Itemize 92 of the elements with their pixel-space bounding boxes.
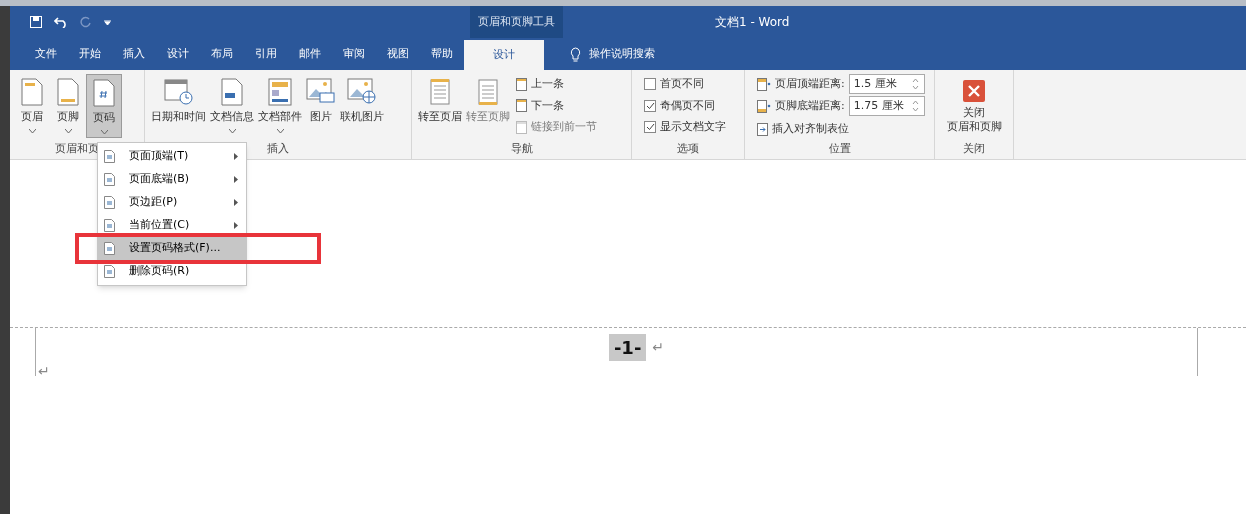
group-label: 导航: [510, 140, 533, 157]
ribbon-button[interactable]: 转至页眉: [416, 74, 464, 126]
value-input[interactable]: 1.75 厘米: [853, 97, 912, 115]
ribbon-tab[interactable]: 开始: [68, 38, 112, 70]
tell-me-field[interactable]: 操作说明搜索: [589, 45, 719, 63]
page-icon: [104, 173, 115, 186]
picture-globe-icon: [347, 78, 377, 106]
contextual-tab-title: 页眉和页脚工具: [470, 6, 563, 38]
group-label: 选项: [677, 140, 699, 157]
option-checkbox[interactable]: 首页不同: [644, 76, 726, 93]
caret-icon: [28, 128, 36, 133]
submenu-arrow-icon: [234, 222, 238, 229]
ribbon-tab[interactable]: 邮件: [288, 38, 332, 70]
submenu-arrow-icon: [234, 176, 238, 183]
document-icon: [477, 78, 499, 106]
document-icon: [21, 78, 43, 106]
document-icon: [516, 120, 527, 134]
ribbon-button[interactable]: 下一条: [516, 97, 597, 114]
page-icon: [104, 265, 115, 278]
customize-caret-icon[interactable]: [104, 19, 111, 25]
field-label: 页眉顶端距离:: [775, 75, 845, 92]
group-label: 插入: [267, 140, 289, 157]
caret-icon: [276, 128, 284, 133]
ribbon-tab[interactable]: 插入: [112, 38, 156, 70]
page-icon: [104, 242, 115, 255]
ribbon-button[interactable]: 文档信息: [208, 74, 256, 133]
menu-item[interactable]: 页边距(P): [98, 191, 246, 214]
ribbon-button[interactable]: 页眉: [14, 74, 50, 138]
checkbox[interactable]: [644, 78, 656, 91]
page-icon: [104, 196, 115, 209]
caret-icon: [64, 128, 72, 133]
checkbox[interactable]: [644, 121, 656, 134]
page-icon: [104, 219, 115, 232]
group-label: 关闭: [963, 140, 985, 157]
page-number-field: -1-: [608, 334, 647, 361]
insert-tab-icon: [757, 122, 768, 136]
page-margin-icon: [757, 99, 771, 113]
ribbon-tab[interactable]: 引用: [244, 38, 288, 70]
checkbox[interactable]: [644, 99, 656, 112]
calendar-clock-icon: [163, 78, 194, 106]
ribbon-tab[interactable]: 文件: [24, 38, 68, 70]
field-label: 页脚底端距离:: [775, 97, 845, 114]
ribbon-button[interactable]: 上一条: [516, 76, 597, 93]
page-icon: [104, 150, 115, 163]
ribbon-tab[interactable]: 视图: [376, 38, 420, 70]
ribbon-tab[interactable]: 审阅: [332, 38, 376, 70]
group-label: 位置: [828, 140, 851, 157]
document-icon: [57, 78, 79, 106]
option-checkbox[interactable]: 奇偶页不同: [644, 97, 726, 114]
document-icon: [221, 78, 243, 106]
ribbon-tab[interactable]: 设计: [156, 38, 200, 70]
undo-icon[interactable]: [54, 16, 68, 28]
spinner-arrows-icon[interactable]: [911, 78, 919, 90]
save-icon[interactable]: [30, 16, 42, 28]
document-parts-icon: [268, 78, 292, 106]
spin-field[interactable]: 1.5 厘米: [848, 74, 925, 94]
menu-item[interactable]: 页面顶端(T): [98, 145, 246, 168]
ribbon-tab[interactable]: 帮助: [420, 38, 464, 70]
ribbon-button[interactable]: 页码: [86, 74, 122, 138]
document-icon: [429, 78, 451, 106]
submenu-arrow-icon: [234, 199, 238, 206]
ribbon-button[interactable]: 日期和时间: [149, 74, 208, 126]
menu-item[interactable]: 当前位置(C): [98, 214, 246, 237]
ribbon-button[interactable]: 页脚: [50, 74, 86, 138]
menu-item[interactable]: 设置页码格式(F)...: [98, 237, 246, 260]
document-icon: [516, 77, 527, 91]
close-icon: [963, 80, 985, 102]
spin-field[interactable]: 1.75 厘米: [848, 96, 925, 116]
group-label: 页眉和页: [55, 140, 99, 157]
ribbon-tab[interactable]: 布局: [200, 38, 244, 70]
picture-monitor-icon: [306, 78, 336, 106]
submenu-arrow-icon: [234, 153, 238, 160]
ribbon-button[interactable]: 插入对齐制表位: [757, 121, 925, 138]
ribbon-button[interactable]: 文档部件: [256, 74, 304, 133]
menu-item[interactable]: 页面底端(B): [98, 168, 246, 191]
document-icon: [516, 99, 527, 113]
close-header-footer-button[interactable]: 关闭 页眉和页脚: [939, 74, 1009, 134]
menu-item[interactable]: 删除页码(R): [98, 260, 246, 283]
spinner-arrows-icon[interactable]: [911, 100, 919, 112]
ribbon-button[interactable]: 联机图片: [338, 74, 386, 126]
caret-icon: [100, 129, 108, 134]
caret-icon: [228, 128, 236, 133]
window-title: 文档1 - Word: [715, 14, 790, 31]
paragraph-mark: ↵: [652, 338, 665, 357]
ribbon-button[interactable]: 图片: [304, 74, 338, 126]
document-icon: [93, 79, 115, 107]
page-margin-icon: [757, 77, 771, 91]
lightbulb-icon: [570, 46, 581, 62]
value-input[interactable]: 1.5 厘米: [853, 75, 912, 93]
paragraph-mark: ↵: [38, 362, 50, 381]
option-checkbox[interactable]: 显示文档文字: [644, 119, 726, 136]
ribbon-tab[interactable]: 设计: [464, 40, 544, 70]
